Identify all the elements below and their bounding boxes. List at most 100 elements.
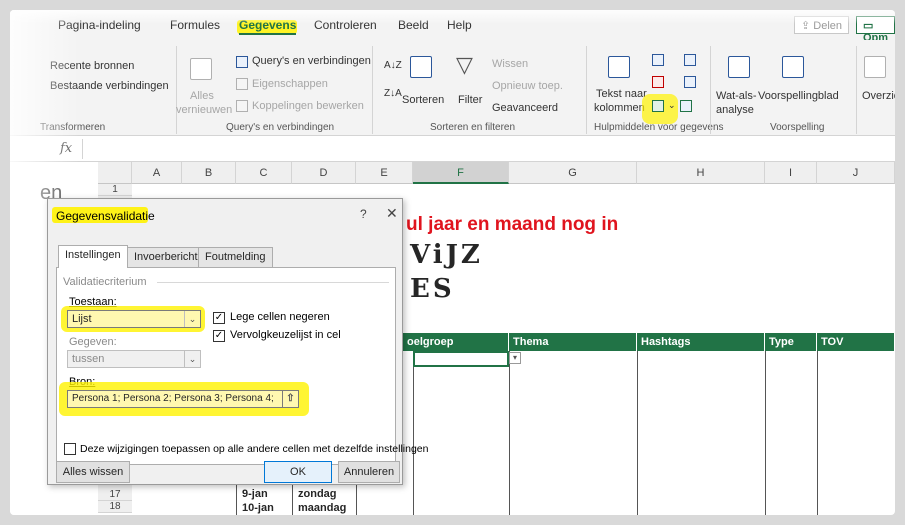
help-icon[interactable]: ? (360, 207, 367, 221)
sort-az-icon[interactable]: A↓Z (384, 60, 402, 71)
screenshot-frame: Pagina-indeling Formules Gegevens Contro… (10, 10, 895, 515)
properties-icon (236, 78, 248, 90)
group-data-tools-label: Hulpmiddelen voor gegevens (594, 122, 724, 133)
col-header-e[interactable]: E (356, 162, 413, 184)
ribbon-separator (856, 46, 857, 134)
col-header-h[interactable]: H (637, 162, 765, 184)
row-header-18[interactable]: 18 (98, 501, 132, 513)
comments-button[interactable]: ▭ Opm (856, 16, 895, 44)
tab-pagina-indeling[interactable]: Pagina-indeling (58, 18, 141, 32)
refresh-all-label[interactable]: Alles (190, 90, 214, 102)
data-validation-dropdown-icon[interactable]: ⌄ (668, 100, 676, 111)
ignore-blank-checkbox[interactable]: ✓ (213, 312, 225, 324)
tab-gegevens[interactable]: Gegevens (239, 18, 297, 35)
date-cell-1[interactable]: 9-jan (242, 488, 268, 500)
criterium-heading: Validatiecriterium (63, 276, 147, 288)
data-validation-icon[interactable] (652, 100, 664, 112)
flash-fill-icon[interactable] (652, 54, 664, 66)
tab-instellingen[interactable]: Instellingen (58, 245, 128, 268)
sort-button[interactable]: Sorteren (402, 94, 444, 106)
what-if-label[interactable]: Wat-als- (716, 90, 757, 102)
chevron-down-icon[interactable]: ⌄ (184, 351, 200, 367)
outline-icon[interactable] (864, 56, 886, 78)
allow-select[interactable]: Lijst ⌄ (67, 310, 201, 328)
close-icon[interactable]: ✕ (386, 205, 398, 222)
text-to-columns-label[interactable]: Tekst naar (596, 88, 647, 100)
apply-all-checkbox[interactable] (64, 443, 76, 455)
edit-links-button[interactable]: Koppelingen bewerken (252, 100, 364, 112)
in-cell-dropdown-checkbox[interactable]: ✓ (213, 330, 225, 342)
row-header-1[interactable]: 1 (98, 184, 132, 196)
queries-connections-button[interactable]: Query's en verbindingen (252, 55, 371, 67)
collapse-dialog-icon[interactable]: ⇧ (282, 391, 298, 407)
clear-all-button[interactable]: Alles wissen (56, 461, 130, 483)
clear-filter-button[interactable]: Wissen (492, 58, 528, 70)
day-cell-2[interactable]: maandag (298, 502, 346, 514)
tab-help[interactable]: Help (447, 18, 472, 32)
tab-invoerbericht[interactable]: Invoerbericht (127, 247, 205, 267)
tab-controleren[interactable]: Controleren (314, 18, 377, 32)
date-cell-2[interactable]: 10-jan (242, 502, 274, 514)
ribbon-separator (586, 46, 587, 134)
row-header-17[interactable]: 17 (98, 489, 132, 501)
advanced-filter-button[interactable]: Geavanceerd (492, 102, 558, 114)
properties-button[interactable]: Eigenschappen (252, 78, 328, 90)
edit-links-icon (236, 100, 248, 112)
apply-all-label[interactable]: Deze wijzigingen toepassen op alle ander… (80, 443, 428, 455)
ignore-blank-label[interactable]: Lege cellen negeren (230, 311, 330, 323)
data-value: tussen (72, 353, 105, 365)
col-header-g[interactable]: G (509, 162, 637, 184)
fx-icon[interactable]: fx (60, 141, 72, 156)
col-header-b[interactable]: B (182, 162, 236, 184)
what-if-label2[interactable]: analyse (716, 104, 754, 116)
col-header-j[interactable]: J (817, 162, 895, 184)
outline-button[interactable]: Overzicht (862, 90, 895, 102)
cell-dropdown-icon[interactable]: ▾ (509, 352, 521, 364)
col-header-a[interactable]: A (132, 162, 182, 184)
chevron-down-icon[interactable]: ⌄ (184, 311, 200, 327)
remove-duplicates-icon[interactable] (652, 76, 664, 88)
data-select[interactable]: tussen ⌄ (67, 350, 201, 368)
relationships-icon[interactable] (684, 76, 696, 88)
allow-value: Lijst (72, 313, 92, 325)
tab-beeld[interactable]: Beeld (398, 18, 429, 32)
group-queries-label: Query's en verbindingen (226, 122, 335, 133)
sort-icon[interactable] (410, 56, 432, 78)
refresh-all-label2[interactable]: vernieuwen (176, 104, 232, 116)
selected-cell[interactable] (413, 351, 509, 367)
sheet-heading-line2: ViJZ (410, 240, 483, 270)
existing-connections-button[interactable]: Bestaande verbindingen (50, 80, 169, 92)
tab-formules[interactable]: Formules (170, 18, 220, 32)
filter-button[interactable]: Filter (458, 94, 482, 106)
sort-za-icon[interactable]: Z↓A (384, 88, 402, 99)
filter-icon[interactable]: ▽ (456, 52, 473, 78)
col-header-f[interactable]: F (413, 162, 509, 184)
share-button[interactable]: ⇪ Delen (794, 16, 850, 34)
group-forecast-label: Voorspelling (770, 122, 825, 133)
text-to-columns-icon[interactable] (608, 56, 630, 78)
text-to-columns-label2[interactable]: kolommen (594, 102, 645, 114)
ribbon-separator (372, 46, 373, 134)
ok-button[interactable]: OK (264, 461, 332, 483)
cancel-button[interactable]: Annuleren (338, 461, 400, 483)
refresh-all-icon[interactable] (190, 58, 212, 80)
source-input[interactable]: Persona 1; Persona 2; Persona 3; Persona… (67, 390, 299, 408)
col-header-d[interactable]: D (292, 162, 356, 184)
queries-icon (236, 56, 248, 68)
forecast-sheet-button[interactable]: Voorspellingblad (758, 90, 839, 102)
what-if-icon[interactable] (728, 56, 750, 78)
forecast-sheet-icon[interactable] (782, 56, 804, 78)
criterium-divider (157, 282, 389, 283)
consolidate-icon[interactable] (684, 54, 696, 66)
reapply-button[interactable]: Opnieuw toep. (492, 80, 563, 92)
day-cell-1[interactable]: zondag (298, 488, 337, 500)
recent-sources-button[interactable]: Recente bronnen (50, 60, 134, 72)
select-all-corner[interactable] (98, 162, 132, 184)
grid-line (637, 351, 638, 515)
tab-foutmelding[interactable]: Foutmelding (198, 247, 273, 267)
col-header-c[interactable]: C (236, 162, 292, 184)
manage-data-model-icon[interactable] (680, 100, 692, 112)
col-header-i[interactable]: I (765, 162, 817, 184)
formula-divider (82, 139, 83, 159)
in-cell-dropdown-label[interactable]: Vervolgkeuzelijst in cel (230, 329, 341, 341)
